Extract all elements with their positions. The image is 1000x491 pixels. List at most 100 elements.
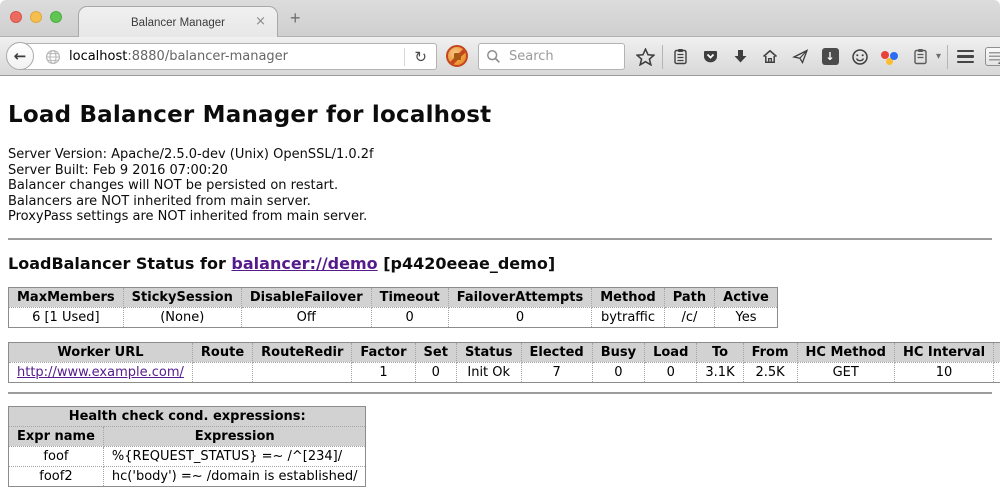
search-icon <box>486 49 501 64</box>
cell-busy: 0 <box>592 362 644 382</box>
col-maxmembers: MaxMembers <box>9 287 124 307</box>
col-timeout: Timeout <box>371 287 448 307</box>
balancer-settings-table: MaxMembers StickySession DisableFailover… <box>8 287 778 328</box>
downloads-icon[interactable] <box>725 42 755 72</box>
cell-elected: 7 <box>521 362 592 382</box>
col-failoverattempts: FailoverAttempts <box>448 287 592 307</box>
page-title: Load Balancer Manager for localhost <box>8 102 992 128</box>
divider <box>8 238 992 240</box>
toolbar-separator <box>947 45 948 69</box>
cell-routeredir <box>253 362 352 382</box>
url-text: localhost:8880/balancer-manager <box>69 49 288 64</box>
cell-route <box>192 362 252 382</box>
table-row: http://www.example.com/ 1 0 Init Ok 7 0 … <box>9 362 1000 382</box>
cell-failoverattempts: 0 <box>448 307 592 327</box>
worker-url-link[interactable]: http://www.example.com/ <box>17 365 184 380</box>
home-icon[interactable] <box>755 42 785 72</box>
zoom-window-button[interactable] <box>50 11 62 23</box>
table-row: foof %{REQUEST_STATUS} =~ /^[234]/ <box>9 446 366 466</box>
send-plane-icon[interactable] <box>785 42 815 72</box>
globe-icon <box>45 49 61 65</box>
cell-hc-interval: 10 <box>894 362 993 382</box>
cell-expression: %{REQUEST_STATUS} =~ /^[234]/ <box>103 446 366 466</box>
tab-title: Balancer Manager <box>131 17 225 29</box>
feedback-smiley-icon[interactable] <box>845 42 875 72</box>
table-header-row: MaxMembers StickySession DisableFailover… <box>9 287 778 307</box>
cell-stickysession: (None) <box>123 307 241 327</box>
col-stickysession: StickySession <box>123 287 241 307</box>
navigation-toolbar: ← localhost:8880/balancer-manager ↻ <box>0 37 1000 76</box>
cell-method: bytraffic <box>592 307 664 327</box>
health-table-title: Health check cond. expressions: <box>9 406 366 426</box>
cell-active: Yes <box>715 307 778 327</box>
worker-status-table: Worker URL Route RouteRedir Factor Set S… <box>8 342 1000 383</box>
col-routeredir: RouteRedir <box>253 342 352 362</box>
toolbar-separator <box>662 45 663 69</box>
clipboard-menu-icon[interactable] <box>905 42 935 72</box>
col-expr-name: Expr name <box>9 426 104 446</box>
col-hc-method: HC Method <box>797 342 894 362</box>
toolbar-icons: ↓ ▾ <box>630 37 1000 76</box>
cell-set: 0 <box>415 362 456 382</box>
col-active: Active <box>715 287 778 307</box>
server-info: Server Version: Apache/2.5.0-dev (Unix) … <box>8 147 992 225</box>
col-hc-interval: HC Interval <box>894 342 993 362</box>
table-row: foof2 hc('body') =~ /domain is establish… <box>9 466 366 486</box>
col-method: Method <box>592 287 664 307</box>
table-header-row: Expr name Expression <box>9 426 366 446</box>
browser-window: Balancer Manager × + ← localhost:8880/ba… <box>0 0 1000 491</box>
character-viewer-icon[interactable] <box>980 42 1000 72</box>
pocket-icon[interactable] <box>695 42 725 72</box>
balancer-demo-link[interactable]: balancer://demo <box>231 254 377 273</box>
cell-factor: 1 <box>352 362 415 382</box>
close-window-button[interactable] <box>10 11 22 23</box>
cell-worker-url: http://www.example.com/ <box>9 362 193 382</box>
proxypass-notice-line: ProxyPass settings are NOT inherited fro… <box>8 209 992 225</box>
window-controls <box>10 11 62 23</box>
col-passes: Passes <box>994 342 1000 362</box>
col-from: From <box>743 342 797 362</box>
tab-balancer-manager[interactable]: Balancer Manager × <box>78 6 278 38</box>
table-header-row: Worker URL Route RouteRedir Factor Set S… <box>9 342 1000 362</box>
cell-from: 2.5K <box>743 362 797 382</box>
reload-icon[interactable]: ↻ <box>405 48 436 66</box>
menu-hamburger-icon[interactable] <box>950 42 980 72</box>
extension-download-icon[interactable]: ↓ <box>815 42 845 72</box>
minimize-window-button[interactable] <box>30 11 42 23</box>
table-title-row: Health check cond. expressions: <box>9 406 366 426</box>
url-bar[interactable]: localhost:8880/balancer-manager ↻ <box>20 43 437 70</box>
cell-to: 3.1K <box>697 362 743 382</box>
cell-hc-method: GET <box>797 362 894 382</box>
cell-expression: hc('body') =~ /domain is established/ <box>103 466 366 486</box>
cell-timeout: 0 <box>371 307 448 327</box>
plugin-blocked-icon[interactable] <box>446 45 468 67</box>
col-status: Status <box>456 342 521 362</box>
balancers-notice-line: Balancers are NOT inherited from main se… <box>8 194 992 210</box>
chevron-down-icon[interactable]: ▾ <box>935 51 945 62</box>
cell-maxmembers: 6 [1 Used] <box>9 307 124 327</box>
health-check-expressions-table: Health check cond. expressions: Expr nam… <box>8 406 366 487</box>
col-path: Path <box>664 287 714 307</box>
url-path: :8880/balancer-manager <box>127 49 288 64</box>
loadbalancer-status-heading: LoadBalancer Status for balancer://demo … <box>8 254 992 273</box>
bookmarks-clipboard-icon[interactable] <box>665 42 695 72</box>
col-worker-url: Worker URL <box>9 342 193 362</box>
titlebar: Balancer Manager × + <box>0 0 1000 37</box>
col-load: Load <box>645 342 697 362</box>
url-host: localhost <box>69 49 127 64</box>
search-bar[interactable] <box>478 43 625 70</box>
colored-dots-extension-icon[interactable] <box>875 42 905 72</box>
bookmark-star-icon[interactable] <box>630 42 660 72</box>
cell-disablefailover: Off <box>241 307 371 327</box>
col-route: Route <box>192 342 252 362</box>
back-button[interactable]: ← <box>6 42 34 70</box>
search-input[interactable] <box>507 48 617 65</box>
new-tab-button[interactable]: + <box>290 8 301 29</box>
col-elected: Elected <box>521 342 592 362</box>
cell-expr-name: foof2 <box>9 466 104 486</box>
download-square-glyph: ↓ <box>822 48 839 65</box>
col-set: Set <box>415 342 456 362</box>
tab-close-icon[interactable]: × <box>255 15 266 29</box>
cell-load: 0 <box>645 362 697 382</box>
status-suffix: [p4420eeae_demo] <box>378 254 556 273</box>
